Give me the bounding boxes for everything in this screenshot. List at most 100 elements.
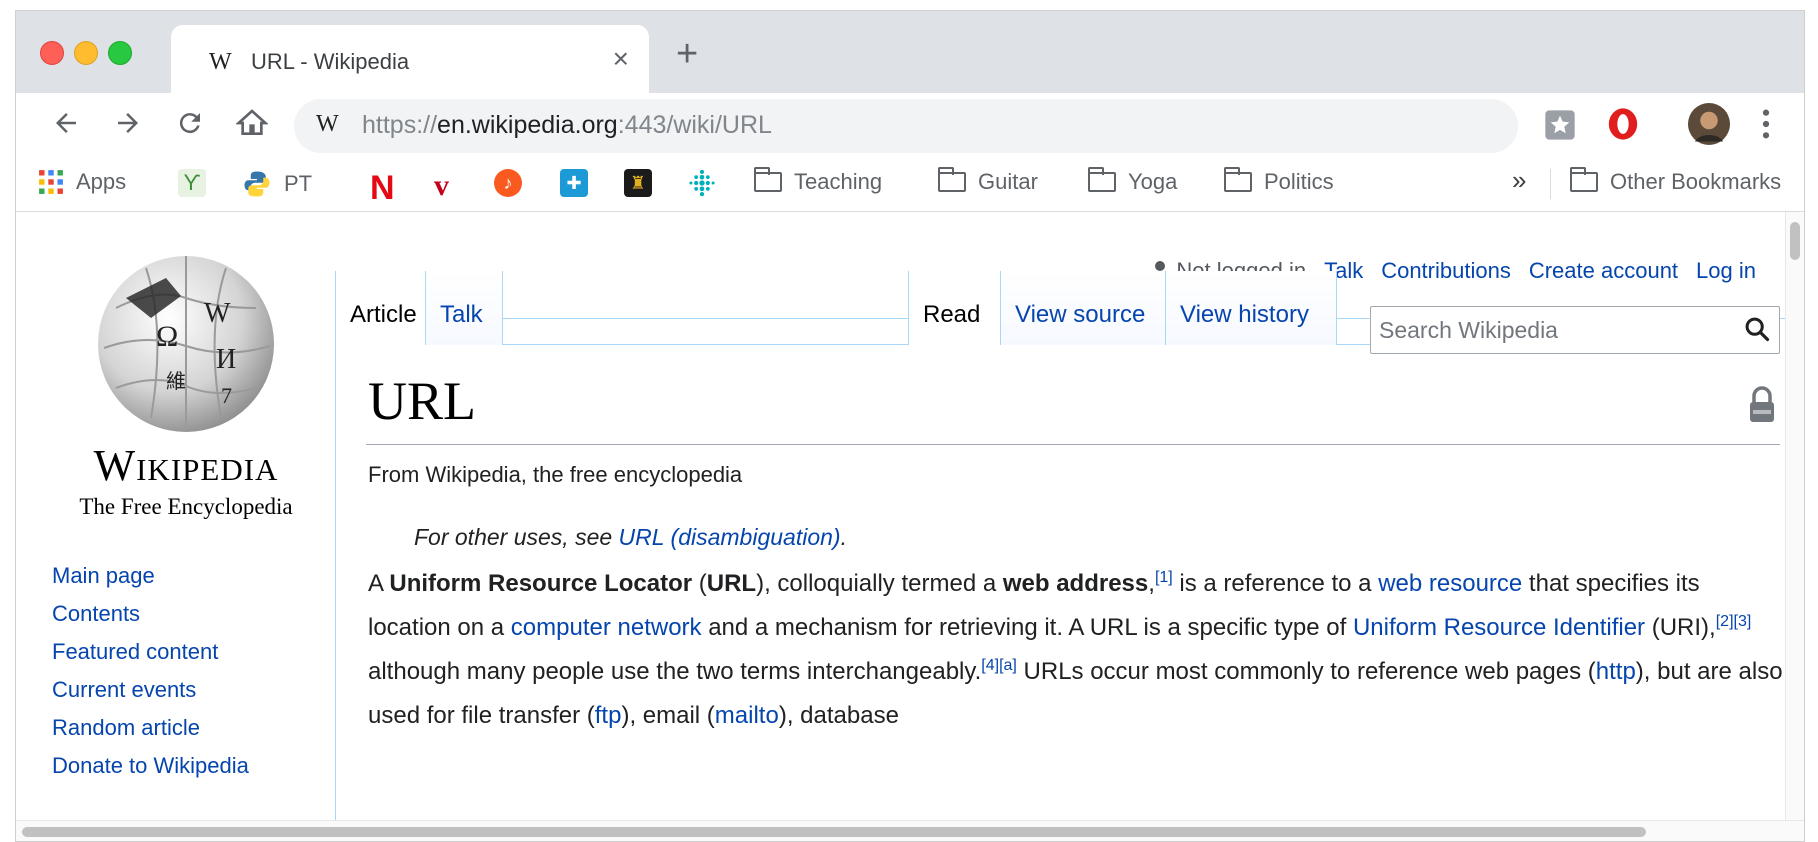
sidebar-item-featured-content[interactable]: Featured content bbox=[52, 633, 249, 671]
hatnote-text: For other uses, see bbox=[414, 524, 619, 550]
plant-icon: ϒ bbox=[178, 169, 206, 197]
disambiguation-link[interactable]: URL (disambiguation) bbox=[619, 524, 841, 550]
sidebar-item-main-page[interactable]: Main page bbox=[52, 557, 249, 595]
back-button[interactable] bbox=[46, 103, 86, 143]
hatnote: For other uses, see URL (disambiguation)… bbox=[414, 524, 847, 551]
bookmark-star-button[interactable] bbox=[1544, 109, 1576, 146]
wikipedia-page: Not logged in Talk Contributions Create … bbox=[16, 212, 1786, 820]
sidebar-item-current-events[interactable]: Current events bbox=[52, 671, 249, 709]
tab-view-source[interactable]: View source bbox=[1000, 271, 1165, 345]
browser-tab[interactable]: W URL - Wikipedia × bbox=[171, 25, 649, 93]
bookmark-plant[interactable]: ϒ bbox=[178, 169, 206, 197]
tab-view-history[interactable]: View history bbox=[1165, 271, 1337, 345]
python-icon bbox=[244, 171, 270, 197]
site-info-icon[interactable]: W bbox=[316, 111, 339, 138]
star-icon bbox=[1545, 110, 1575, 140]
computer-network-link[interactable]: computer network bbox=[511, 614, 702, 641]
lock-icon[interactable] bbox=[1748, 384, 1776, 424]
http-link[interactable]: http bbox=[1596, 658, 1636, 685]
horizontal-scroll-thumb[interactable] bbox=[22, 827, 1646, 837]
bookmark-medical[interactable]: ✚ bbox=[560, 169, 588, 197]
wikipedia-globe-logo[interactable]: Ω W И 維 7 bbox=[56, 238, 316, 438]
web-resource-link[interactable]: web resource bbox=[1378, 570, 1522, 597]
sidebar-item-donate[interactable]: Donate to Wikipedia bbox=[52, 747, 249, 785]
browser-window: W URL - Wikipedia × + W https://en.wikip… bbox=[15, 10, 1805, 842]
menu-button[interactable] bbox=[1760, 107, 1772, 146]
mailto-link[interactable]: mailto bbox=[715, 702, 779, 729]
bookmark-crest[interactable]: ♜ bbox=[624, 169, 652, 197]
bookmark-apps[interactable]: Apps bbox=[38, 169, 126, 195]
forward-button[interactable] bbox=[108, 103, 148, 143]
search-icon[interactable] bbox=[1743, 315, 1771, 343]
search-placeholder: Search Wikipedia bbox=[1379, 317, 1558, 343]
sidebar-item-contents[interactable]: Contents bbox=[52, 595, 249, 633]
folder-icon bbox=[1223, 167, 1252, 192]
note-link[interactable]: [a] bbox=[999, 657, 1017, 674]
svg-text:維: 維 bbox=[166, 369, 186, 393]
bookmark-folder-yoga[interactable]: Yoga bbox=[1087, 167, 1178, 195]
music-note-icon: ♪ bbox=[494, 169, 522, 197]
article-paragraph: A Uniform Resource Locator (URL), colloq… bbox=[368, 569, 1783, 730]
citation-link[interactable]: [4] bbox=[981, 657, 999, 674]
opera-extension-button[interactable] bbox=[1606, 107, 1640, 146]
wikipedia-favicon-icon: W bbox=[209, 49, 232, 75]
url-text[interactable]: https://en.wikipedia.org:443/wiki/URL bbox=[362, 111, 772, 140]
tab-read[interactable]: Read bbox=[908, 271, 1000, 345]
citation-link[interactable]: [1] bbox=[1155, 569, 1173, 586]
bookmark-music[interactable]: ♪ bbox=[494, 169, 522, 197]
citation-link[interactable]: [2] bbox=[1716, 613, 1734, 630]
address-bar[interactable]: W https://en.wikipedia.org:443/wiki/URL bbox=[294, 99, 1518, 153]
bookmark-v[interactable]: v bbox=[434, 169, 449, 203]
bold-term: Uniform Resource Locator bbox=[389, 570, 693, 597]
tabs-baseline bbox=[503, 344, 908, 345]
browser-toolbar: W https://en.wikipedia.org:443/wiki/URL bbox=[16, 93, 1804, 157]
horizontal-scrollbar[interactable] bbox=[16, 820, 1804, 841]
maximize-window-button[interactable] bbox=[108, 41, 132, 65]
bookmark-folder-other[interactable]: Other Bookmarks bbox=[1569, 167, 1782, 195]
folder-label: Politics bbox=[1264, 169, 1334, 194]
close-window-button[interactable] bbox=[40, 41, 64, 65]
apps-grid-icon bbox=[39, 170, 63, 194]
v-logo-icon: v bbox=[434, 169, 449, 202]
minimize-window-button[interactable] bbox=[74, 41, 98, 65]
svg-text:W: W bbox=[204, 298, 231, 329]
new-tab-button[interactable]: + bbox=[676, 35, 698, 73]
bookmarks-divider bbox=[1550, 169, 1551, 199]
tab-talk[interactable]: Talk bbox=[425, 271, 503, 345]
tab-title: URL - Wikipedia bbox=[251, 49, 410, 74]
search-input[interactable]: Search Wikipedia bbox=[1370, 306, 1780, 354]
folder-icon bbox=[1569, 167, 1598, 192]
svg-text:И: И bbox=[216, 344, 236, 375]
back-arrow-icon bbox=[56, 113, 76, 133]
bookmark-folder-teaching[interactable]: Teaching bbox=[753, 167, 883, 195]
folder-label: Teaching bbox=[794, 169, 883, 194]
citation-link[interactable]: [3] bbox=[1734, 613, 1752, 630]
folder-label: Other Bookmarks bbox=[1610, 169, 1782, 194]
sidebar-item-random-article[interactable]: Random article bbox=[52, 709, 249, 747]
bookmark-folder-guitar[interactable]: Guitar bbox=[937, 167, 1038, 195]
vertical-scrollbar[interactable] bbox=[1785, 212, 1804, 820]
avatar-icon bbox=[1688, 103, 1730, 145]
ftp-link[interactable]: ftp bbox=[595, 702, 622, 729]
netflix-icon: N bbox=[370, 169, 395, 207]
reload-icon bbox=[179, 113, 200, 134]
sidebar-navigation: Main page Contents Featured content Curr… bbox=[52, 557, 249, 785]
folder-icon bbox=[937, 167, 966, 192]
folder-label: Guitar bbox=[978, 169, 1038, 194]
tab-close-icon[interactable]: × bbox=[613, 43, 629, 75]
folder-label: Yoga bbox=[1128, 169, 1178, 194]
bookmark-fitbit[interactable] bbox=[688, 169, 716, 197]
fitbit-icon bbox=[689, 169, 715, 197]
wikipedia-wordmark: Wikipedia bbox=[93, 441, 279, 490]
bookmarks-overflow-button[interactable]: » bbox=[1512, 165, 1526, 196]
home-button[interactable] bbox=[232, 103, 272, 143]
vertical-scroll-thumb[interactable] bbox=[1790, 222, 1800, 260]
tab-article[interactable]: Article bbox=[335, 271, 425, 345]
bookmark-pt[interactable]: PT bbox=[242, 169, 312, 199]
reload-button[interactable] bbox=[170, 103, 210, 143]
hatnote-period: . bbox=[840, 524, 847, 550]
uri-link[interactable]: Uniform Resource Identifier bbox=[1353, 614, 1645, 641]
profile-avatar[interactable] bbox=[1688, 103, 1730, 150]
bookmark-netflix[interactable]: N bbox=[370, 169, 395, 208]
bookmark-folder-politics[interactable]: Politics bbox=[1223, 167, 1334, 195]
